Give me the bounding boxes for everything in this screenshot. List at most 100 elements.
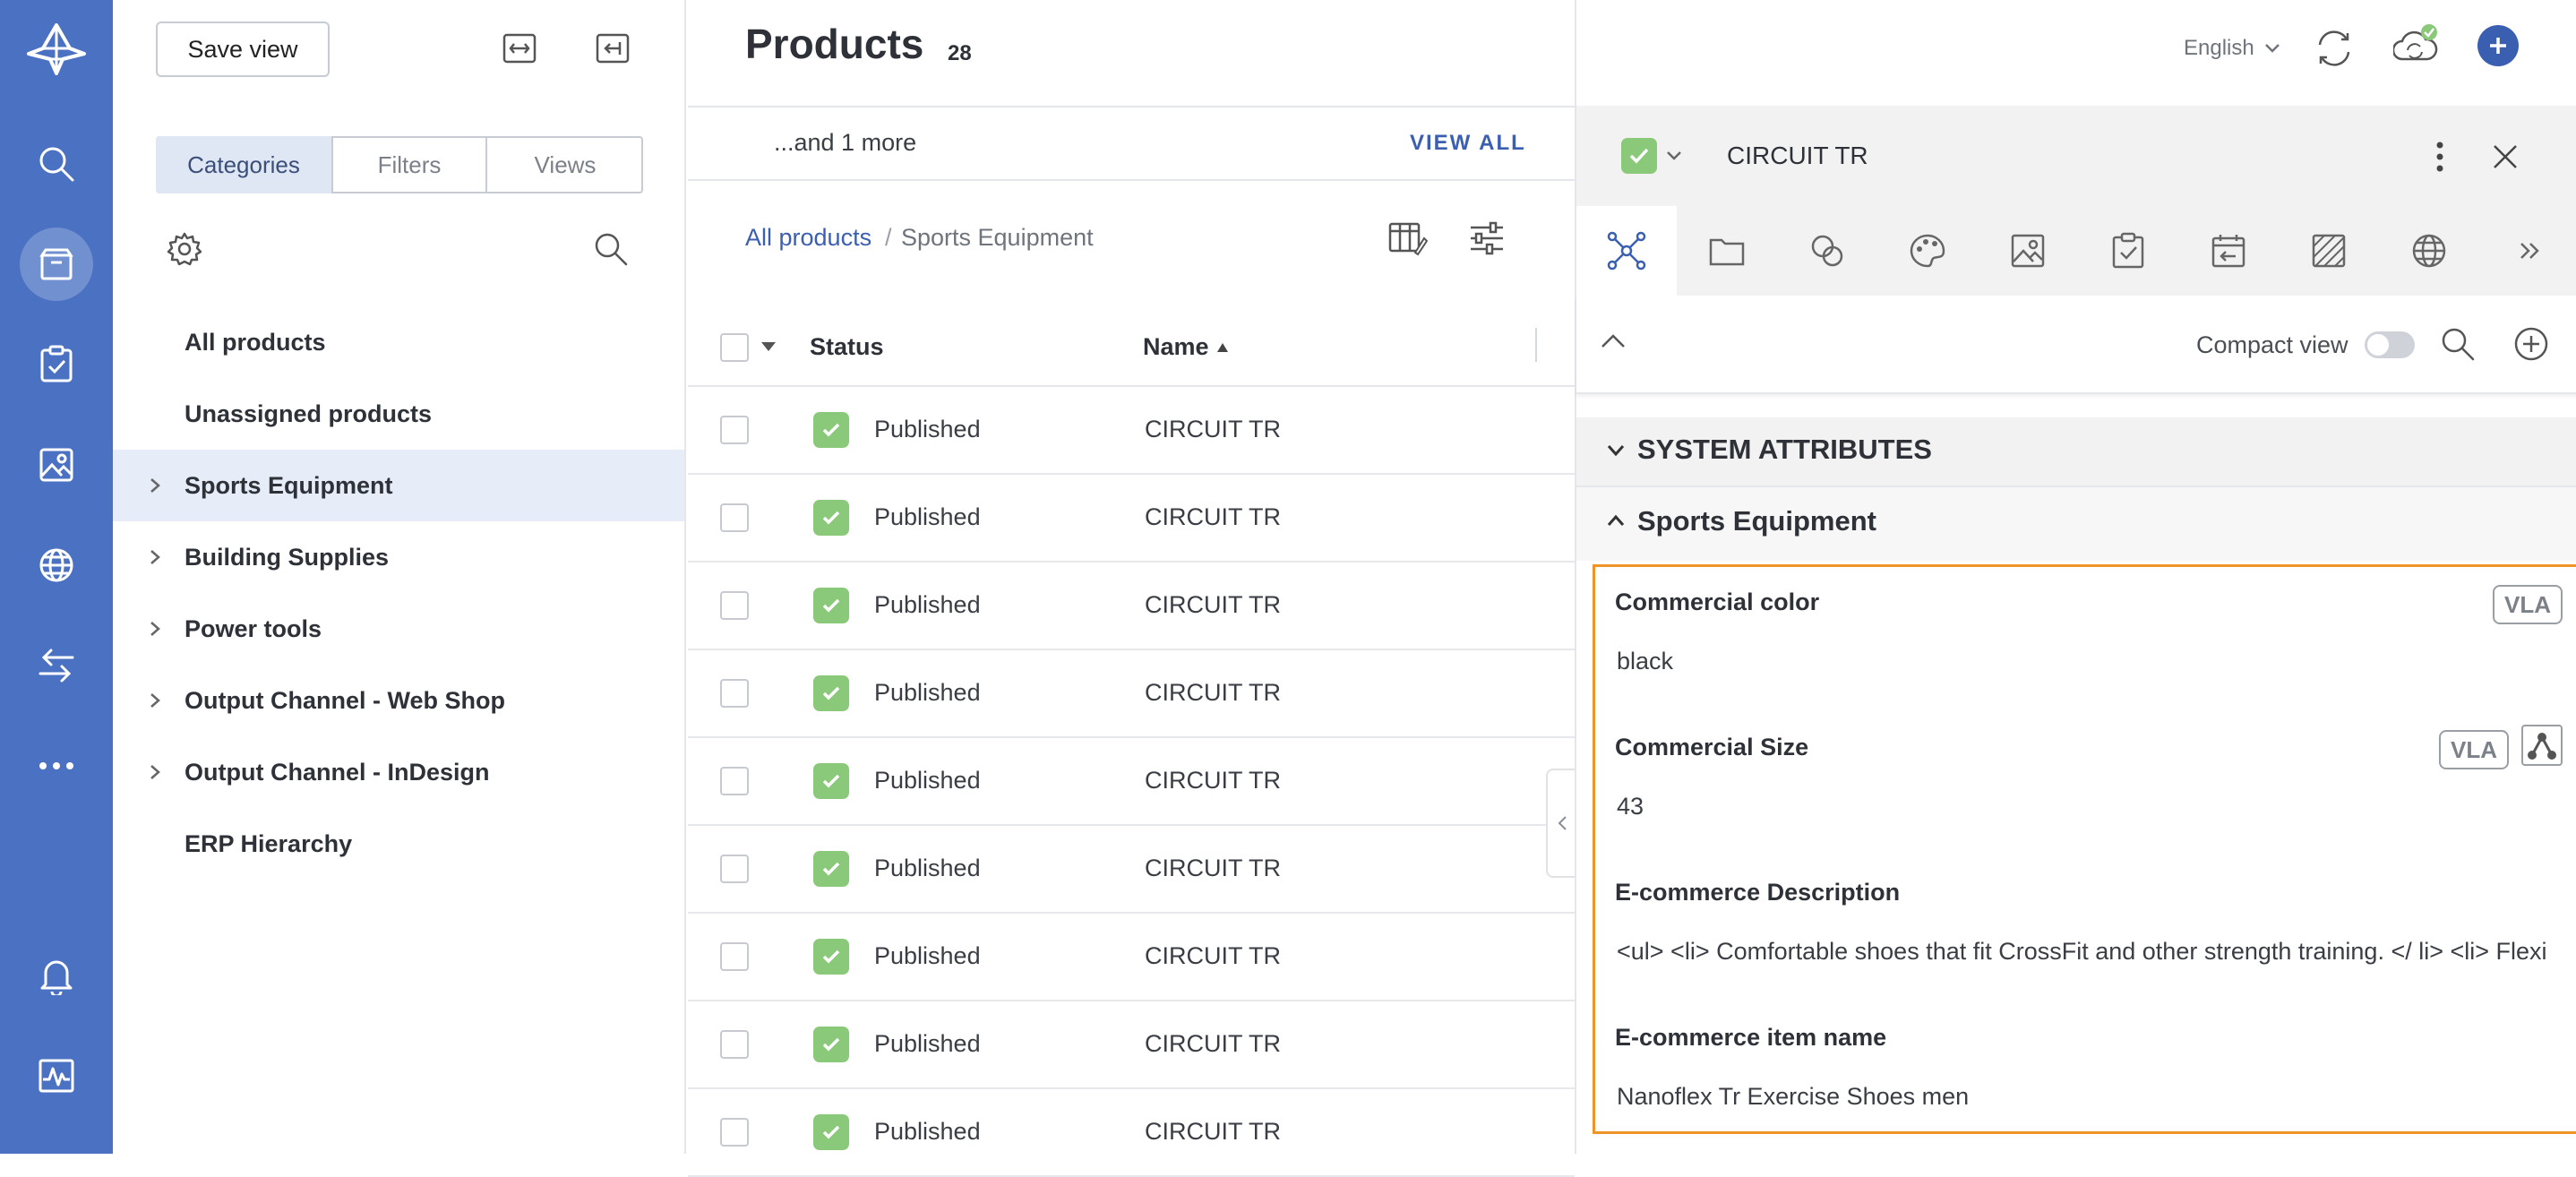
table-row[interactable]: Published CIRCUIT TR — [688, 1089, 1575, 1177]
row-checkbox[interactable] — [720, 416, 749, 444]
add-attribute-icon[interactable] — [2513, 326, 2549, 362]
bell-icon[interactable] — [20, 939, 93, 1012]
tabs-more[interactable] — [2479, 206, 2576, 296]
table-row[interactable]: Published CIRCUIT TR — [688, 1001, 1575, 1089]
status-published-icon[interactable] — [813, 412, 849, 448]
kebab-menu-icon[interactable] — [2436, 142, 2443, 172]
category-item-unassigned[interactable]: Unassigned products — [113, 378, 684, 450]
row-checkbox[interactable] — [720, 855, 749, 883]
column-header-status[interactable]: Status — [810, 333, 884, 361]
status-published-icon[interactable] — [813, 500, 849, 536]
refresh-icon[interactable] — [2314, 29, 2354, 68]
search-icon[interactable] — [2440, 326, 2476, 362]
save-view-button[interactable]: Save view — [156, 21, 330, 77]
tab-hatched[interactable] — [2279, 206, 2379, 296]
table-row[interactable]: Published CIRCUIT TR — [688, 914, 1575, 1001]
add-button[interactable] — [2477, 25, 2519, 66]
transfer-icon[interactable] — [20, 629, 93, 702]
chevron-up-icon[interactable] — [1600, 333, 1627, 349]
close-icon[interactable] — [2492, 143, 2519, 170]
status-published-icon[interactable] — [813, 1027, 849, 1062]
table-row[interactable]: Published CIRCUIT TR — [688, 826, 1575, 914]
breadcrumb-root[interactable]: All products — [745, 224, 872, 252]
row-checkbox[interactable] — [720, 767, 749, 795]
table-row[interactable]: Published CIRCUIT TR — [688, 738, 1575, 826]
sort-asc-icon[interactable] — [1216, 342, 1229, 353]
tab-views[interactable]: Views — [485, 136, 643, 193]
vla-badge[interactable]: VLA — [2493, 585, 2563, 624]
tab-folder[interactable] — [1677, 206, 1777, 296]
column-header-name[interactable]: Name — [1143, 333, 1209, 361]
attribute-value[interactable]: <ul> <li> Comfortable shoes that fit Cro… — [1617, 938, 2547, 966]
chevron-right-icon[interactable] — [149, 477, 161, 494]
language-select[interactable]: English — [2184, 36, 2254, 61]
row-checkbox[interactable] — [720, 679, 749, 708]
tab-categories[interactable]: Categories — [156, 136, 331, 193]
chevron-right-icon[interactable] — [149, 620, 161, 638]
status-published-icon[interactable] — [813, 851, 849, 887]
chevron-right-icon[interactable] — [149, 692, 161, 709]
inheritance-icon[interactable] — [2521, 725, 2563, 766]
status-published-icon[interactable] — [813, 1114, 849, 1150]
tasks-icon[interactable] — [20, 328, 93, 401]
row-checkbox[interactable] — [720, 503, 749, 532]
chevron-right-icon[interactable] — [149, 763, 161, 781]
globe-icon[interactable] — [20, 528, 93, 602]
status-published-icon[interactable] — [813, 939, 849, 975]
tab-globe[interactable] — [2379, 206, 2479, 296]
category-item-erp-hierarchy[interactable]: ERP Hierarchy — [113, 808, 684, 880]
row-checkbox[interactable] — [720, 1118, 749, 1147]
chevron-up-icon[interactable] — [1607, 514, 1625, 527]
row-checkbox[interactable] — [720, 942, 749, 971]
attribute-value[interactable]: Nanoflex Tr Exercise Shoes men — [1617, 1083, 1969, 1111]
activity-icon[interactable] — [20, 1039, 93, 1113]
row-checkbox[interactable] — [720, 1030, 749, 1059]
caret-down-icon[interactable] — [760, 340, 777, 353]
compact-view-toggle[interactable] — [2365, 331, 2415, 358]
sync-status-icon[interactable] — [2393, 23, 2438, 68]
images-icon[interactable] — [20, 428, 93, 502]
tab-relations[interactable] — [1576, 206, 1677, 296]
category-item-building-supplies[interactable]: Building Supplies — [113, 521, 684, 593]
category-item-all-products[interactable]: All products — [113, 306, 684, 378]
tab-tasks[interactable] — [2078, 206, 2178, 296]
status-checkbox[interactable] — [1621, 138, 1657, 174]
tab-filters[interactable]: Filters — [331, 136, 485, 193]
expand-width-icon[interactable] — [502, 30, 537, 66]
products-icon[interactable] — [20, 228, 93, 301]
status-published-icon[interactable] — [813, 675, 849, 711]
category-item-power-tools[interactable]: Power tools — [113, 593, 684, 665]
logo-icon[interactable] — [20, 13, 93, 86]
attribute-value[interactable]: black — [1617, 648, 1673, 675]
sliders-icon[interactable] — [1469, 220, 1505, 256]
tab-links[interactable] — [1777, 206, 1877, 296]
attribute-value[interactable]: 43 — [1617, 793, 1644, 820]
chevron-down-icon[interactable] — [1607, 444, 1625, 457]
collapse-panel-icon[interactable] — [595, 30, 631, 66]
table-row[interactable]: Published CIRCUIT TR — [688, 475, 1575, 563]
category-item-sports-equipment[interactable]: Sports Equipment — [113, 450, 684, 521]
category-search-icon[interactable] — [593, 231, 629, 267]
status-published-icon[interactable] — [813, 588, 849, 623]
table-row[interactable]: Published CIRCUIT TR — [688, 650, 1575, 738]
view-all-link[interactable]: VIEW ALL — [1410, 131, 1526, 156]
edit-columns-icon[interactable] — [1388, 220, 1428, 256]
chevron-down-icon[interactable] — [1666, 150, 1682, 161]
tab-palette[interactable] — [1877, 206, 1978, 296]
category-item-web-shop[interactable]: Output Channel - Web Shop — [113, 665, 684, 736]
vla-badge[interactable]: VLA — [2439, 730, 2509, 769]
select-all-checkbox[interactable] — [720, 333, 749, 362]
chevron-down-icon[interactable] — [2264, 43, 2280, 54]
search-icon[interactable] — [20, 127, 93, 201]
category-item-indesign[interactable]: Output Channel - InDesign — [113, 736, 684, 808]
tab-calendar[interactable] — [2178, 206, 2279, 296]
row-checkbox[interactable] — [720, 591, 749, 620]
chevron-right-icon[interactable] — [149, 548, 161, 566]
tab-images[interactable] — [1978, 206, 2078, 296]
status-published-icon[interactable] — [813, 763, 849, 799]
collapse-detail-handle[interactable] — [1546, 769, 1576, 878]
gear-icon[interactable] — [167, 231, 202, 267]
table-row[interactable]: Published CIRCUIT TR — [688, 563, 1575, 650]
more-icon[interactable] — [20, 729, 93, 803]
table-row[interactable]: Published CIRCUIT TR — [688, 387, 1575, 475]
